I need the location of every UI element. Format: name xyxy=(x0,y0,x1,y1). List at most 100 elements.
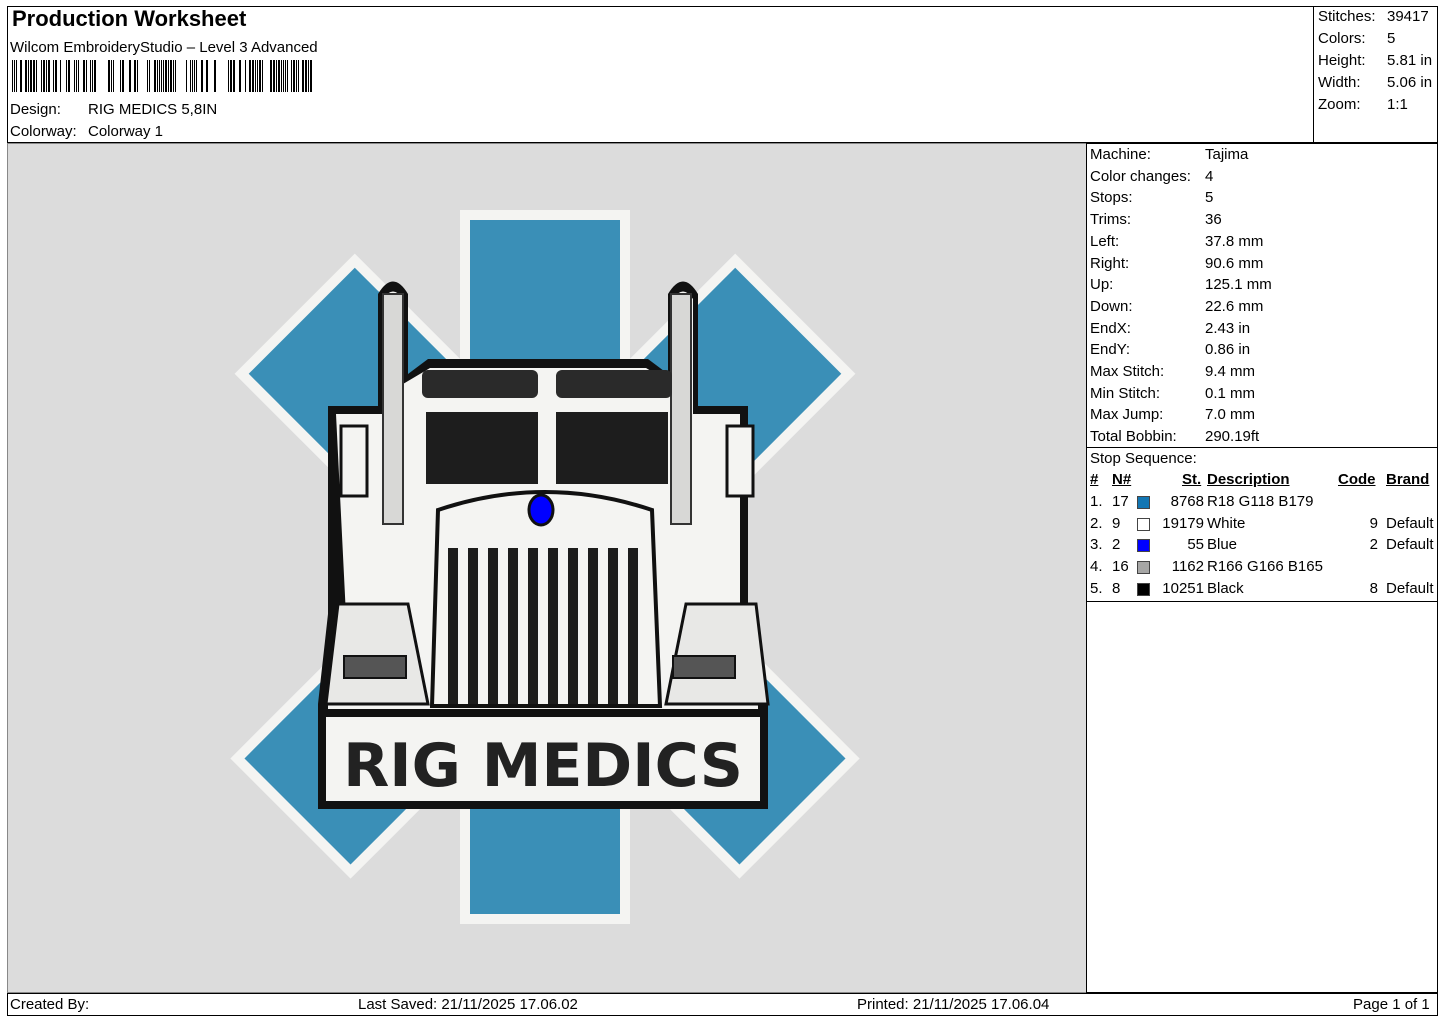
barcode-bar xyxy=(159,60,160,92)
barcode-bar xyxy=(94,60,96,92)
barcode-bar xyxy=(129,60,131,92)
barcode-bar xyxy=(154,60,156,92)
mirror xyxy=(725,424,755,498)
machine-info-label: Min Stitch: xyxy=(1090,384,1161,402)
stop-row: 4. 16 1162 R166 G166 B165 xyxy=(1090,558,1435,579)
info-panel: Machine: Tajima Color changes: 4 Stops: 5 Trim… xyxy=(1086,143,1438,993)
stop-sequence-title: Stop Sequence: xyxy=(1090,450,1197,467)
col-code: Code xyxy=(1338,471,1376,488)
barcode-bar xyxy=(20,60,22,92)
barcode-bar xyxy=(291,60,292,92)
exhaust-pipe xyxy=(670,293,692,525)
stop-code: 2 xyxy=(1369,536,1378,554)
barcode-bar xyxy=(66,60,67,92)
barcode-bar xyxy=(293,60,295,92)
machine-info-value: 5 xyxy=(1205,189,1214,207)
stop-description: Black xyxy=(1207,579,1244,597)
barcode-bar xyxy=(194,60,195,92)
summary-label: Stitches: xyxy=(1318,8,1376,25)
machine-info-value: 90.6 mm xyxy=(1205,254,1264,272)
barcode-bar xyxy=(255,60,256,92)
barcode-bar xyxy=(134,60,136,92)
stop-n: 17 xyxy=(1112,493,1129,510)
embroidery-artwork: RIG MEDICS xyxy=(230,210,860,924)
barcode-bar xyxy=(308,60,309,92)
col-num: # xyxy=(1090,471,1099,488)
barcode-bar xyxy=(147,60,148,92)
last-saved: Last Saved: 21/11/2025 17.06.02 xyxy=(358,996,578,1013)
blue-emblem xyxy=(527,493,555,527)
barcode-bar xyxy=(163,60,164,92)
barcode-bar xyxy=(302,60,304,92)
stop-st: 55 xyxy=(1187,536,1204,554)
colorway-label: Colorway: xyxy=(10,123,77,140)
machine-info-label: Total Bobbin: xyxy=(1090,428,1177,446)
summary-value: 5 xyxy=(1387,30,1396,47)
machine-info-label: Stops: xyxy=(1090,189,1133,207)
barcode-bar xyxy=(46,60,47,92)
colorway-value: Colorway 1 xyxy=(88,123,164,140)
stop-n: 2 xyxy=(1112,536,1121,554)
stop-st: 8768 xyxy=(1170,493,1204,510)
software-name: Wilcom EmbroideryStudio – Level 3 Advanc… xyxy=(10,39,318,56)
barcode-bar xyxy=(41,60,42,92)
stop-code: 8 xyxy=(1369,579,1378,597)
stop-header-row: # N# St. Description Code Brand xyxy=(1090,471,1435,491)
barcode-bar xyxy=(249,60,251,92)
stop-num: 2. xyxy=(1090,514,1103,532)
footer: Created By: Last Saved: 21/11/2025 17.06… xyxy=(7,993,1438,1016)
windshield xyxy=(426,412,538,484)
stop-brand: Default xyxy=(1386,536,1434,554)
machine-info-label: EndY: xyxy=(1090,341,1131,359)
stop-code: 9 xyxy=(1369,514,1378,532)
printed-date: Printed: 21/11/2025 17.06.04 xyxy=(857,996,1050,1013)
machine-info-value: 2.43 in xyxy=(1205,319,1251,337)
stop-brand: Default xyxy=(1386,514,1434,532)
barcode-bar xyxy=(296,60,297,92)
design-label: Design: xyxy=(10,101,61,118)
barcode-bar xyxy=(36,60,37,92)
col-n: N# xyxy=(1112,471,1132,488)
barcode-bar xyxy=(285,60,286,92)
stop-num: 1. xyxy=(1090,493,1103,510)
machine-info-label: Color changes: xyxy=(1090,167,1191,185)
col-description: Description xyxy=(1207,471,1290,488)
headlight xyxy=(672,655,736,679)
barcode-bar xyxy=(14,60,15,92)
barcode-bar xyxy=(245,60,246,92)
machine-info-value: 0.1 mm xyxy=(1205,384,1256,402)
machine-info-value: 9.4 mm xyxy=(1205,363,1256,380)
visor xyxy=(556,370,672,398)
barcode-bar xyxy=(168,60,169,92)
machine-info-value: Tajima xyxy=(1205,146,1249,163)
visor xyxy=(422,370,538,398)
barcode-bar xyxy=(239,60,241,92)
stop-st: 10251 xyxy=(1162,579,1204,597)
barcode-bar xyxy=(30,60,32,92)
barcode-bar xyxy=(149,60,150,92)
summary-value: 39417 xyxy=(1387,8,1429,25)
stop-description: White xyxy=(1207,514,1246,532)
barcode-bar xyxy=(173,60,174,92)
stop-num: 5. xyxy=(1090,579,1103,597)
summary-label: Colors: xyxy=(1318,30,1366,47)
summary-value: 5.81 in xyxy=(1387,52,1433,69)
stop-st: 1162 xyxy=(1171,558,1204,576)
design-preview: RIG MEDICS xyxy=(7,143,1087,993)
stop-divider xyxy=(1087,447,1437,448)
machine-info-value: 4 xyxy=(1205,167,1214,185)
barcode-bar xyxy=(196,60,197,92)
machine-info-label: Trims: xyxy=(1090,211,1132,229)
machine-info-label: Max Stitch: xyxy=(1090,363,1165,380)
barcode-bar xyxy=(186,60,187,92)
machine-info-value: 7.0 mm xyxy=(1205,406,1256,424)
barcode-bar xyxy=(252,60,254,92)
barcode-bar xyxy=(137,60,138,92)
barcode-bar xyxy=(262,60,263,92)
summary-divider xyxy=(1313,6,1314,143)
col-brand: Brand xyxy=(1386,471,1430,488)
barcode-bar xyxy=(230,60,232,92)
barcode-image xyxy=(12,60,312,92)
barcode-bar xyxy=(310,60,312,92)
stop-description: Blue xyxy=(1207,536,1238,554)
